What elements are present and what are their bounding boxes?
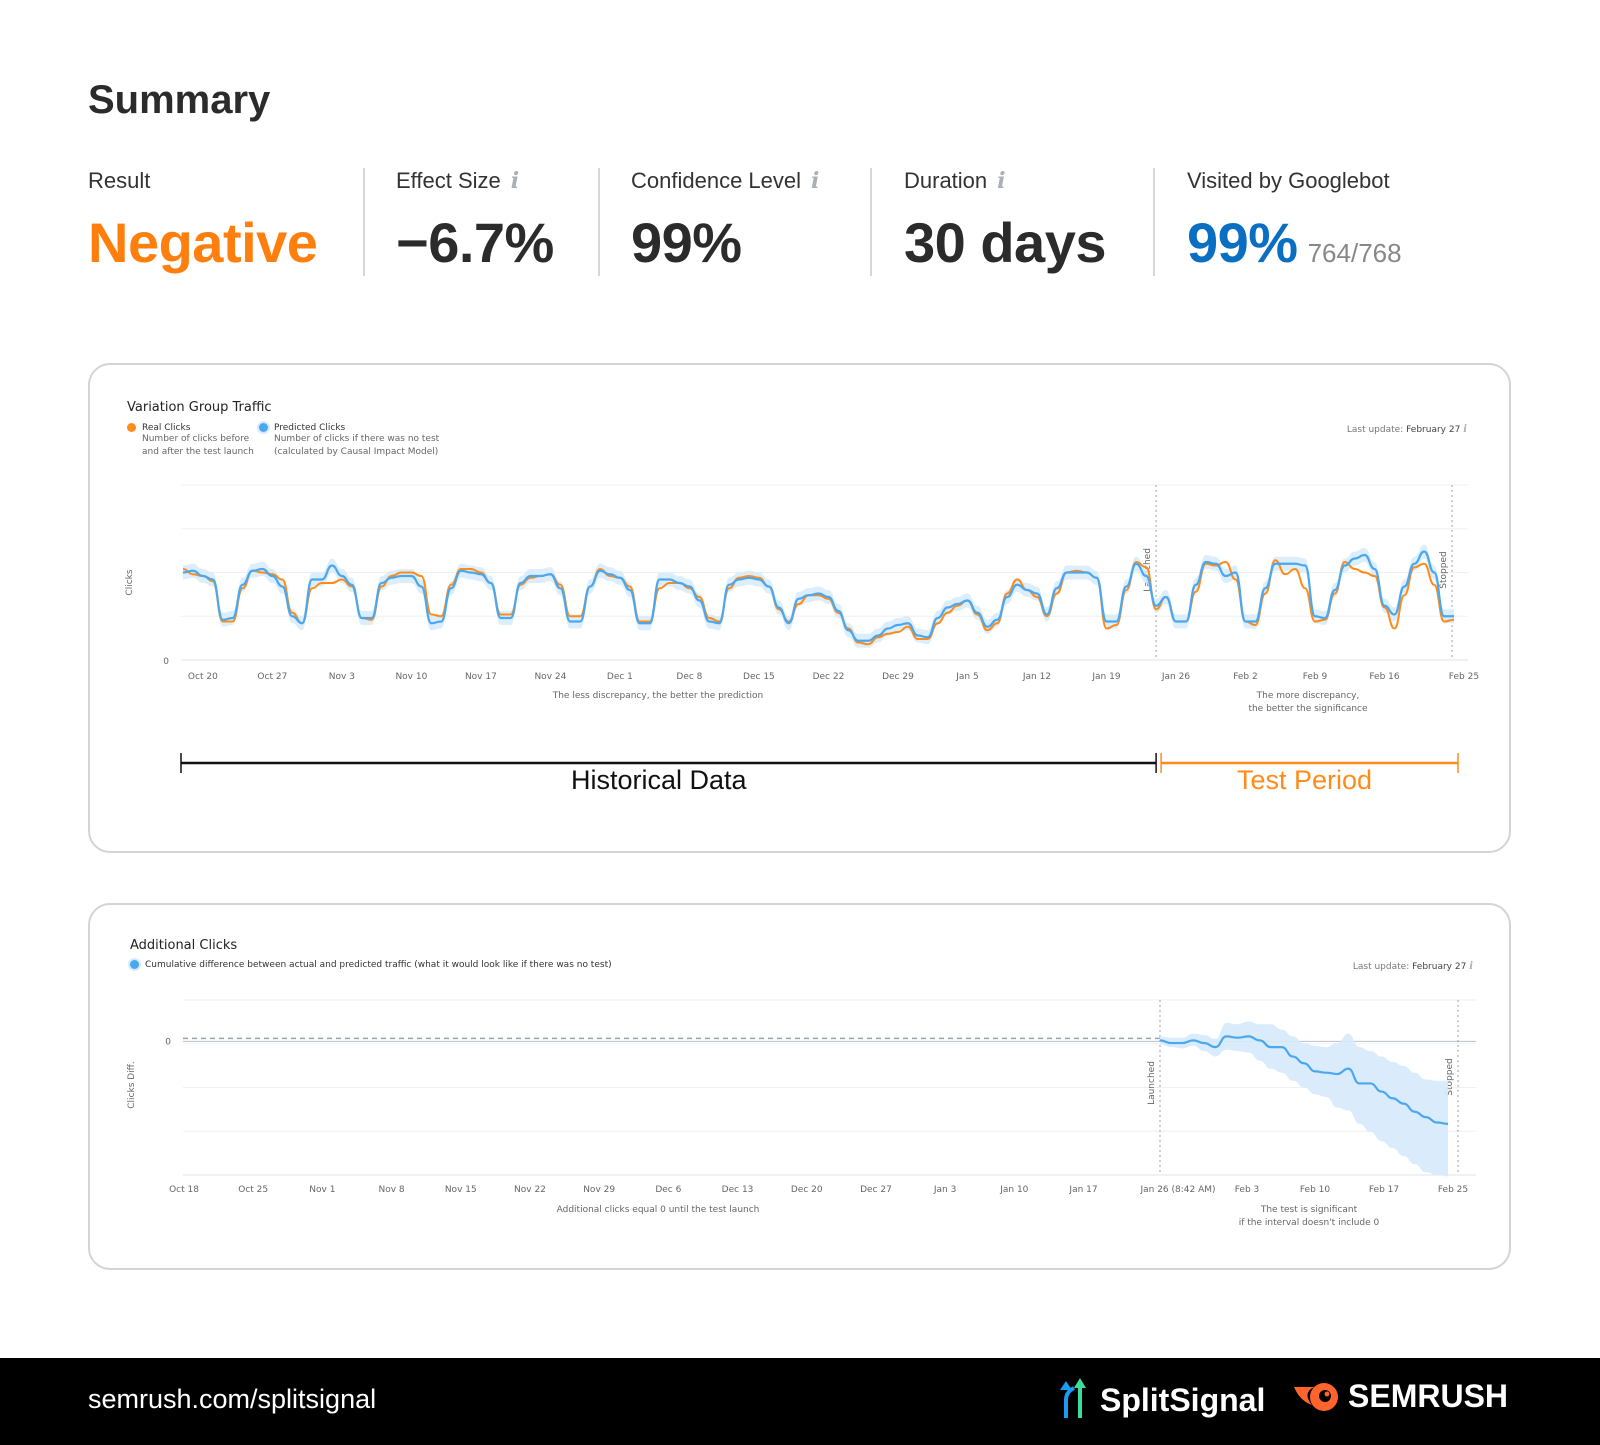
x-tick-label: Jan 3 <box>933 1185 956 1195</box>
divider <box>1153 168 1155 276</box>
info-icon[interactable]: i <box>811 168 819 194</box>
x-tick-label: Nov 29 <box>583 1185 615 1195</box>
x-tick-label: Oct 27 <box>257 672 287 682</box>
x-tick-label: Feb 25 <box>1438 1185 1468 1195</box>
metric-label: Visited by Googlebot <box>1187 168 1390 193</box>
launched-marker-label: Launched <box>1147 1061 1157 1105</box>
metric-result: Result Negative <box>88 166 318 278</box>
metric-value: −6.7% <box>396 211 554 274</box>
summary-metrics: Result Negative Effect Size i −6.7% Confi… <box>88 166 1508 278</box>
googlebot-percent: 99% <box>1187 211 1298 274</box>
x-tick-label: Jan 10 <box>999 1185 1028 1195</box>
x-tick-label: Dec 29 <box>882 672 914 682</box>
metric-value: 99% 764/768 <box>1187 210 1402 275</box>
x-tick-label: Jan 26 <box>1161 672 1190 682</box>
info-icon[interactable]: i <box>997 168 1005 194</box>
x-tick-label: Nov 3 <box>329 672 355 682</box>
x-tick-label: Dec 27 <box>860 1185 892 1195</box>
x-tick-label: Feb 3 <box>1235 1185 1260 1195</box>
historical-data-label: Historical Data <box>571 765 747 795</box>
stopped-marker-label: Stopped <box>1439 551 1449 588</box>
metric-label: Duration <box>904 168 988 193</box>
x-tick-label: Dec 15 <box>743 672 775 682</box>
note-pre-launch: Additional clicks equal 0 until the test… <box>557 1205 760 1215</box>
x-tick-label: Nov 8 <box>379 1185 405 1195</box>
x-tick-label: Jan 17 <box>1068 1185 1097 1195</box>
y-tick-label: 0 <box>165 1037 171 1047</box>
x-tick-label: Feb 2 <box>1233 672 1258 682</box>
note-historical: The less discrepancy, the better the pre… <box>552 691 764 701</box>
divider <box>363 168 365 276</box>
x-tick-label: Nov 15 <box>445 1185 477 1195</box>
x-tick-label: Dec 8 <box>676 672 702 682</box>
x-tick-label: Feb 10 <box>1300 1185 1331 1195</box>
additional-clicks-card: Additional Clicks Cumulative difference … <box>88 903 1511 1270</box>
y-axis-label: Clicks <box>125 569 135 595</box>
x-tick-label: Nov 10 <box>395 672 427 682</box>
test-period-label: Test Period <box>1237 765 1373 795</box>
x-tick-label: Nov 1 <box>309 1185 335 1195</box>
info-icon[interactable]: i <box>511 168 519 194</box>
x-tick-label: Dec 6 <box>655 1185 681 1195</box>
split-arrows-icon <box>1060 1378 1086 1418</box>
metric-confidence-level: Confidence Level i 99% <box>631 166 819 278</box>
x-tick-label: Jan 26 (8:42 AM) <box>1139 1185 1215 1195</box>
x-tick-label: Dec 13 <box>722 1185 754 1195</box>
x-tick-label: Feb 16 <box>1369 672 1400 682</box>
x-tick-label: Jan 12 <box>1022 672 1051 682</box>
x-tick-label: Nov 22 <box>514 1185 546 1195</box>
googlebot-count: 764/768 <box>1307 238 1402 268</box>
x-tick-label: Dec 20 <box>791 1185 823 1195</box>
note-significance-1: The test is significant <box>1260 1205 1358 1215</box>
traffic-card: Variation Group Traffic Real Clicks Numb… <box>88 363 1511 853</box>
y-tick-label: 0 <box>163 657 169 667</box>
note-significance-2: if the interval doesn't include 0 <box>1239 1218 1380 1228</box>
divider <box>598 168 600 276</box>
x-tick-label: Oct 20 <box>188 672 218 682</box>
x-tick-label: Nov 24 <box>534 672 566 682</box>
splitsignal-logo: SplitSignal <box>1058 1378 1265 1422</box>
semrush-logo: SEMRUSH <box>1292 1378 1508 1415</box>
metric-label: Confidence Level <box>631 168 802 193</box>
footer: semrush.com/splitsignal SplitSignal SEMR… <box>0 1358 1600 1445</box>
footer-url[interactable]: semrush.com/splitsignal <box>88 1384 376 1415</box>
metric-duration: Duration i 30 days <box>904 166 1107 278</box>
semrush-fireball-icon <box>1294 1382 1338 1411</box>
divider <box>870 168 872 276</box>
x-tick-label: Nov 17 <box>465 672 497 682</box>
semrush-name: SEMRUSH <box>1348 1378 1509 1414</box>
metric-effect-size: Effect Size i −6.7% <box>396 166 554 278</box>
confidence-interval-band <box>1160 1021 1448 1177</box>
x-tick-label: Jan 5 <box>955 672 978 682</box>
additional-clicks-chart: 0 Clicks Diff. Oct 18 Oct 25 Nov 1 Nov 8 Nov 1… <box>127 999 1476 1228</box>
page-title: Summary <box>88 78 271 122</box>
x-tick-label: Feb 17 <box>1369 1185 1399 1195</box>
x-tick-label: Jan 19 <box>1091 672 1120 682</box>
metric-value: 30 days <box>904 211 1107 274</box>
metric-value: 99% <box>631 211 742 274</box>
splitsignal-name: SplitSignal <box>1100 1381 1266 1418</box>
x-tick-label: Dec 22 <box>813 672 845 682</box>
note-test-1: The more discrepancy, <box>1256 691 1360 701</box>
x-tick-label: Feb 9 <box>1303 672 1328 682</box>
x-tick-label: Oct 18 <box>169 1185 199 1195</box>
y-axis-label: Clicks Diff. <box>127 1061 137 1109</box>
note-test-2: the better the significance <box>1248 704 1368 714</box>
x-tick-label: Oct 25 <box>238 1185 268 1195</box>
metric-googlebot: Visited by Googlebot 99% 764/768 <box>1187 166 1402 278</box>
x-tick-label: Dec 1 <box>607 672 633 682</box>
metric-label: Result <box>88 168 151 193</box>
metric-label: Effect Size <box>396 168 501 193</box>
metric-value: Negative <box>88 211 318 274</box>
x-tick-label: Feb 25 <box>1449 672 1479 682</box>
